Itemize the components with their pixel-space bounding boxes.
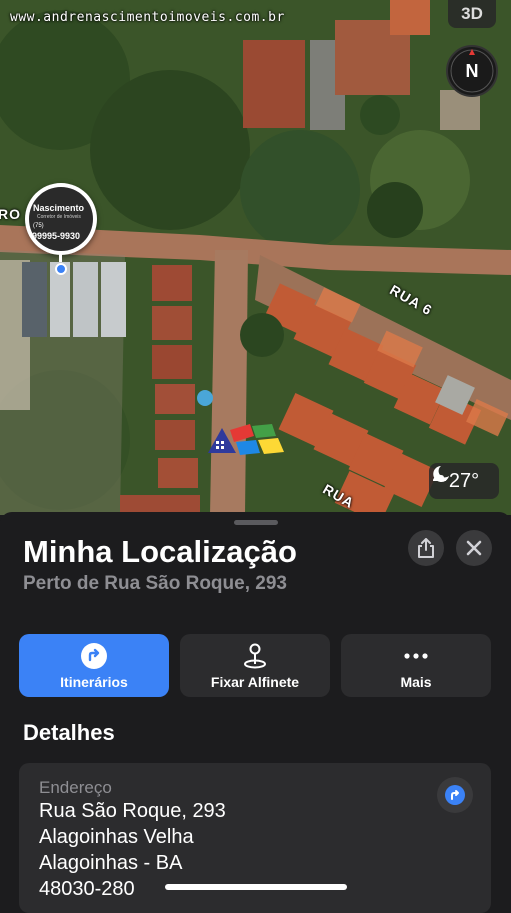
address-directions-button[interactable] (437, 777, 473, 813)
drop-pin-button[interactable]: Fixar Alfinete (180, 634, 330, 697)
compass-north-label: N (465, 60, 479, 81)
current-location-dot (55, 263, 67, 275)
watermark-text: www.andrenascimentoimoveis.com.br (10, 10, 285, 25)
share-button[interactable] (408, 530, 444, 566)
moon-cloud-icon (433, 466, 449, 482)
more-icon (404, 653, 428, 659)
pin-subtitle: Corretor de Imóveis (37, 214, 81, 220)
directions-button[interactable]: Itinerários (19, 634, 169, 697)
share-icon (418, 538, 434, 558)
compass-button[interactable]: N (446, 45, 498, 97)
address-line-city: Alagoinhas - BA (39, 852, 183, 874)
more-label: Mais (400, 674, 432, 690)
street-label-ro: RO (0, 206, 21, 222)
address-card[interactable]: Endereço Rua São Roque, 293 Alagoinhas V… (19, 763, 491, 913)
satellite-imagery (0, 0, 511, 515)
close-icon (466, 540, 482, 556)
pin-phone-prefix: (75) (33, 223, 44, 229)
drop-pin-label: Fixar Alfinete (210, 674, 300, 690)
sheet-title: Minha Localização (23, 534, 297, 569)
close-button[interactable] (456, 530, 492, 566)
pin-avatar: Nascimento Corretor de Imóveis (75) 9999… (29, 187, 93, 251)
weather-badge[interactable]: 27° (429, 463, 499, 499)
directions-label: Itinerários (60, 674, 128, 690)
pin-phone: 99995-9930 (32, 231, 81, 241)
map-3d-button[interactable]: 3D (448, 0, 496, 28)
address-line-postal-code: 48030-280 (39, 878, 135, 900)
address-line-street: Rua São Roque, 293 (39, 800, 226, 822)
directions-icon (445, 785, 465, 805)
pin-stem (59, 252, 62, 262)
pin-icon (244, 643, 266, 669)
home-indicator[interactable] (165, 884, 347, 890)
location-sheet: Minha Localização Perto de Rua São Roque… (0, 512, 511, 913)
directions-icon (81, 643, 107, 669)
sheet-subtitle: Perto de Rua São Roque, 293 (23, 573, 287, 594)
pin-title: Nascimento (33, 203, 85, 213)
sheet-grabber[interactable] (234, 520, 278, 525)
details-heading: Detalhes (23, 720, 115, 745)
address-line-neighborhood: Alagoinhas Velha (39, 826, 194, 848)
more-button[interactable]: Mais (341, 634, 491, 697)
satellite-map[interactable]: www.andrenascimentoimoveis.com.br 3D N R… (0, 0, 511, 515)
temperature-label: 27° (448, 469, 480, 492)
location-pin-photo[interactable]: Nascimento Corretor de Imóveis (75) 9999… (25, 183, 97, 255)
address-label: Endereço (39, 778, 112, 797)
